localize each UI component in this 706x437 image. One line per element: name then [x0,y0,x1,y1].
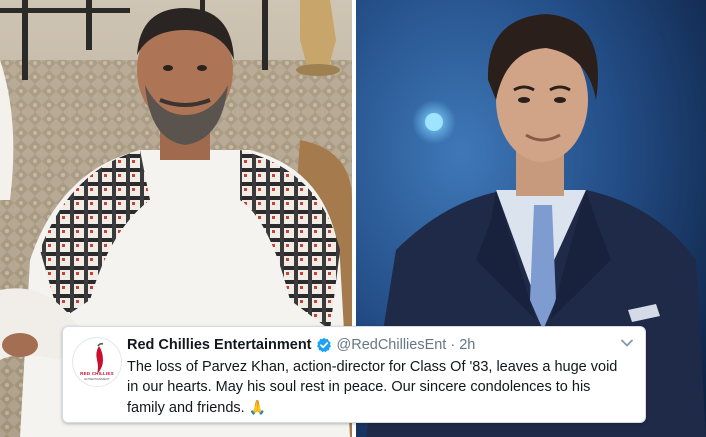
author-name[interactable]: Red Chillies Entertainment [127,337,312,353]
avatar[interactable]: RED CHILLIES ENTERTAINMENT [72,337,122,387]
tweet-timestamp[interactable]: 2h [459,337,475,353]
tweet-text-line: family and friends. 🙏 [127,397,637,418]
tweet-text-line-content: family and friends. [127,400,245,416]
header-separator: · [450,337,456,353]
chevron-down-icon[interactable] [621,339,633,347]
verified-badge-icon [316,337,331,353]
tweet-card[interactable]: RED CHILLIES ENTERTAINMENT Red Chillies … [62,326,646,423]
tweet-text-line: The loss of Parvez Khan, action-director… [127,359,618,375]
tweet-text-line: in our hearts. May his soul rest in peac… [127,379,591,395]
tweet-text: The loss of Parvez Khan, action-director… [127,357,637,418]
tweet-header: Red Chillies Entertainment @RedChilliesE… [127,335,617,355]
folded-hands-emoji-icon: 🙏 [248,399,267,415]
avatar-logo-text: RED CHILLIES [80,371,114,376]
avatar-logo-subtext: ENTERTAINMENT [84,377,110,381]
author-handle[interactable]: @RedChilliesEnt [337,337,447,353]
